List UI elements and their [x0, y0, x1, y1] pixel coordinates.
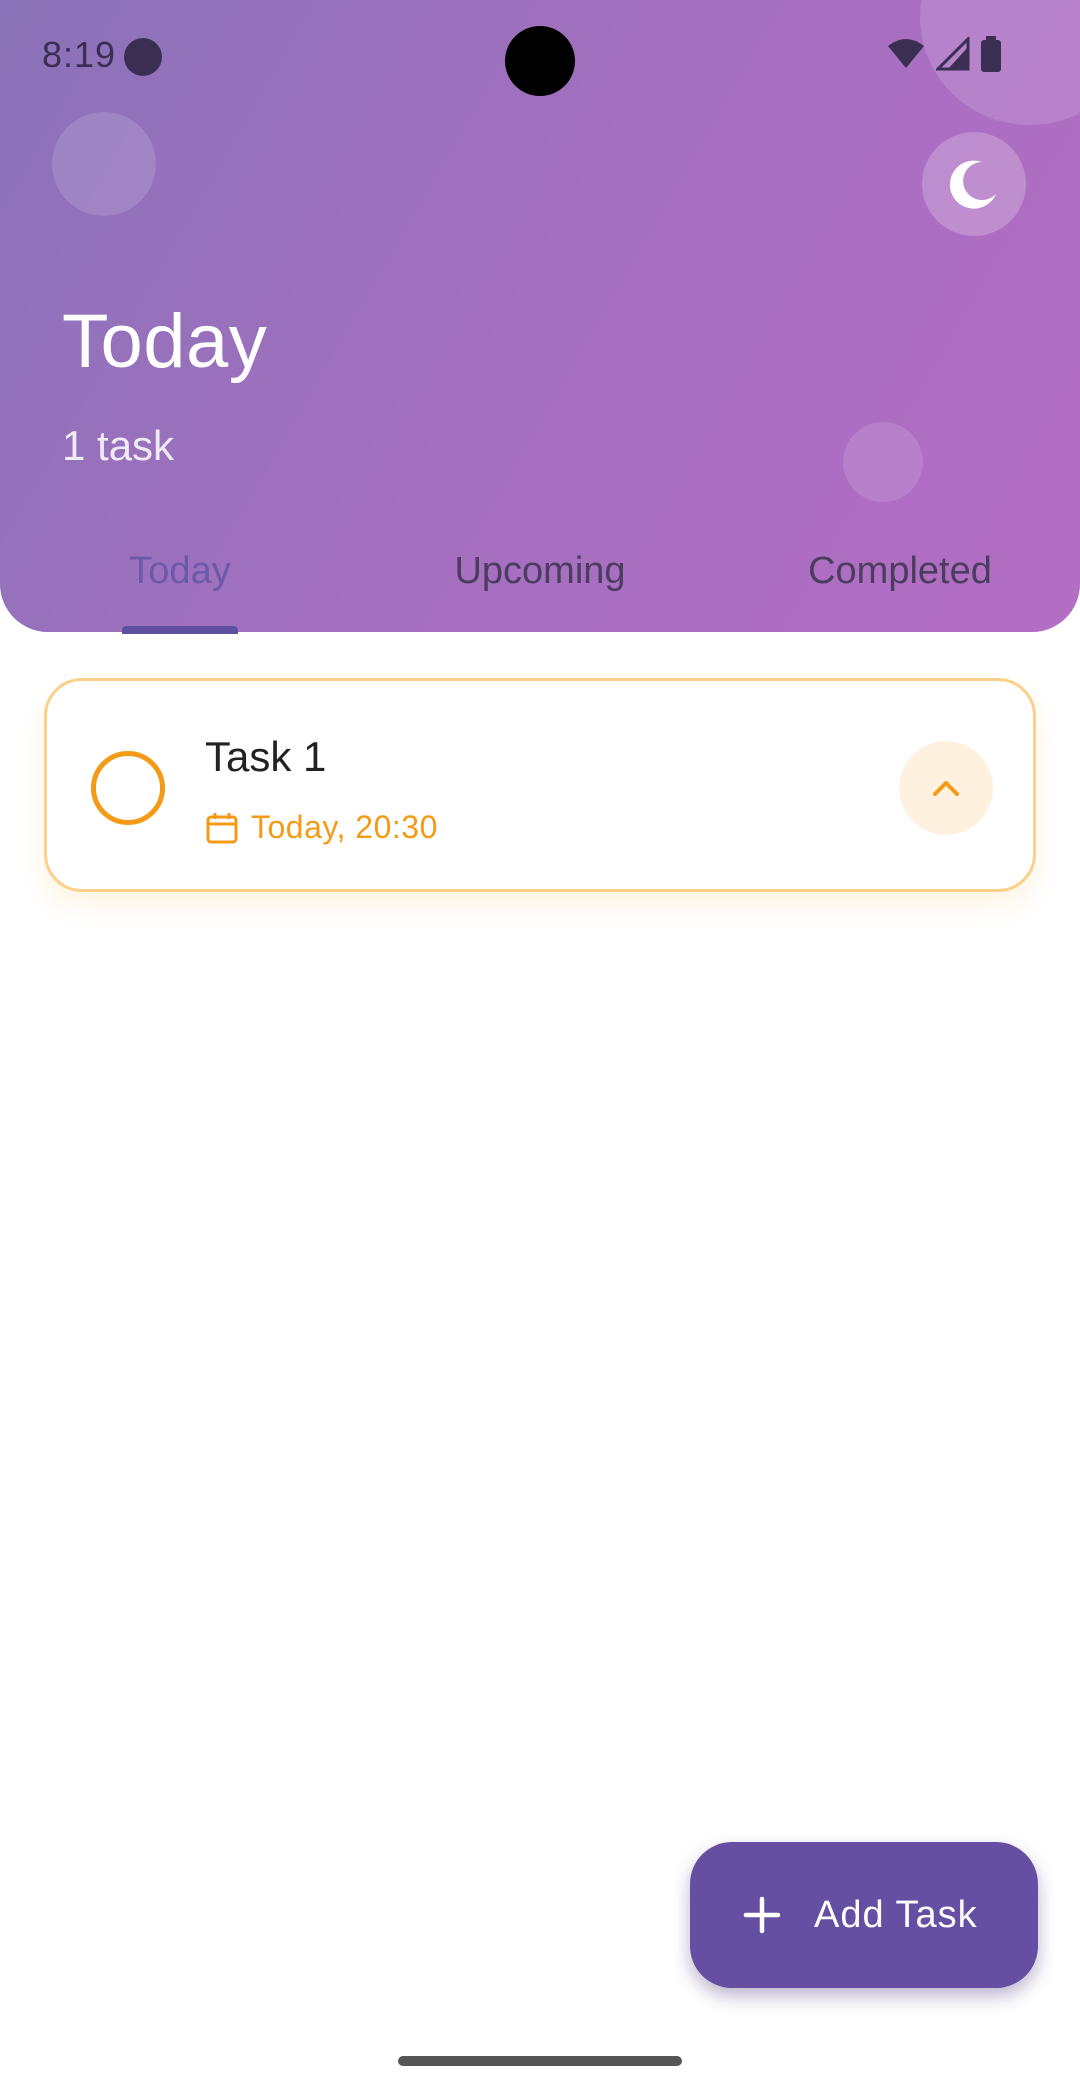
status-bar: 8:19 — [0, 0, 1080, 112]
wifi-icon — [888, 39, 924, 68]
status-icons — [886, 36, 1002, 72]
chevron-up-icon — [933, 781, 959, 796]
theme-toggle-button[interactable] — [922, 132, 1026, 236]
add-task-button[interactable]: Add Task — [690, 1842, 1038, 1988]
tab-today[interactable]: Today — [0, 540, 360, 632]
notification-dot-icon — [124, 38, 162, 76]
moon-icon — [949, 160, 996, 209]
tab-upcoming[interactable]: Upcoming — [360, 540, 720, 632]
page-title: Today — [62, 299, 268, 384]
camera-cutout — [505, 26, 575, 96]
tab-bar: Today Upcoming Completed — [0, 540, 1080, 632]
screen: 8:19 Today 1 task Today Upcoming Complet… — [0, 0, 1080, 2092]
header: 8:19 Today 1 task Today Upcoming Complet… — [0, 0, 1080, 632]
task-card[interactable]: Task 1 Today, 20:30 — [44, 678, 1036, 892]
plus-icon — [743, 1896, 781, 1934]
home-indicator[interactable] — [398, 2056, 682, 2066]
calendar-icon — [206, 812, 238, 843]
task-due-text: Today, 20:30 — [251, 809, 438, 845]
add-task-label: Add Task — [814, 1893, 978, 1936]
decorative-bubble — [843, 422, 923, 502]
tab-completed[interactable]: Completed — [720, 540, 1080, 632]
task-checkbox[interactable] — [91, 751, 165, 825]
task-due: Today, 20:30 — [205, 809, 438, 846]
task-count: 1 task — [62, 422, 175, 469]
battery-icon — [981, 36, 1001, 72]
decorative-bubble — [52, 112, 156, 216]
active-tab-indicator — [122, 626, 238, 634]
task-title: Task 1 — [205, 733, 327, 780]
signal-icon — [936, 37, 970, 71]
status-time: 8:19 — [42, 34, 117, 75]
expand-task-button[interactable] — [899, 741, 993, 835]
